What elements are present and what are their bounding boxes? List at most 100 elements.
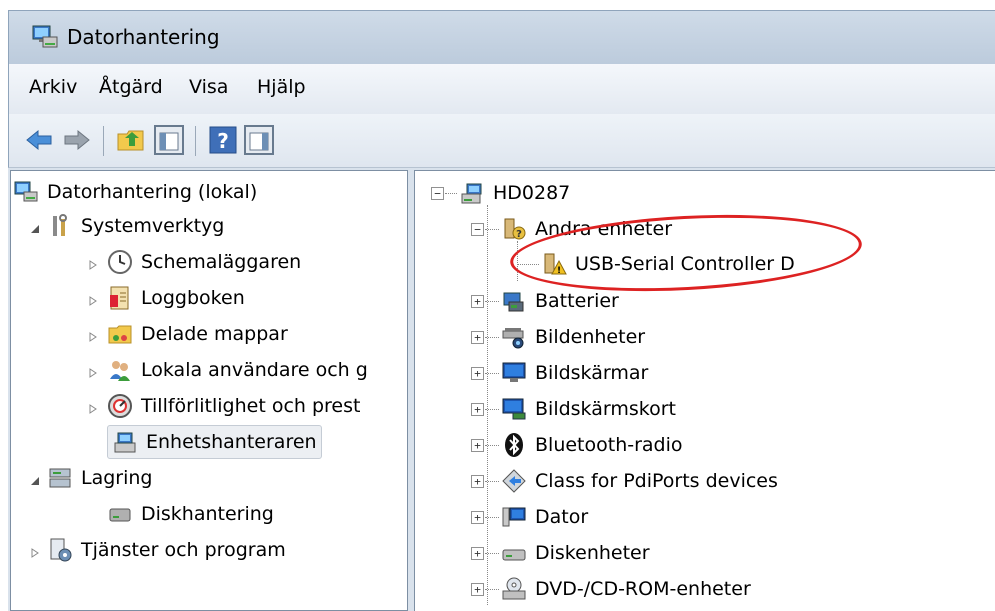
tree-item-services-and-applications[interactable]: Tjänster och program	[47, 533, 286, 567]
storage-icon	[49, 468, 71, 488]
tree-guide-line	[485, 553, 499, 554]
tree-label: Datorhantering (lokal)	[47, 181, 258, 203]
tree-item-event-viewer[interactable]: Loggboken	[107, 281, 245, 315]
collapsed-arrow-icon[interactable]	[87, 367, 99, 379]
menu-item-visa[interactable]: Visa	[189, 76, 228, 98]
tree-item-imaging-devices[interactable]: Bildenheter	[501, 320, 645, 354]
toolbar: ?	[8, 114, 995, 168]
collapsed-arrow-icon[interactable]	[29, 547, 41, 559]
tree-guide-line	[445, 193, 457, 194]
expanded-arrow-icon[interactable]	[29, 223, 41, 235]
tree-item-disk-management[interactable]: Diskhantering	[107, 497, 274, 531]
tree-guide-line	[485, 301, 499, 302]
show-hide-action-pane-icon[interactable]	[243, 124, 275, 156]
tree-label: Bildenheter	[535, 326, 646, 348]
collapsed-arrow-icon[interactable]	[87, 259, 99, 271]
svg-text:?: ?	[516, 229, 522, 240]
scanner-camera-icon	[502, 328, 524, 349]
bluetooth-icon	[505, 433, 523, 457]
up-folder-icon[interactable]	[115, 124, 147, 156]
tree-label: Diskhantering	[141, 503, 274, 525]
expand-expander[interactable]: +	[471, 583, 484, 596]
tree-label: Loggboken	[141, 287, 245, 309]
unknown-device-icon: ?	[504, 218, 526, 240]
tree-guide-line	[485, 589, 499, 590]
tree-label: Bluetooth-radio	[535, 434, 683, 456]
collapsed-arrow-icon[interactable]	[87, 403, 99, 415]
window-title: Datorhantering	[67, 25, 220, 49]
expand-expander[interactable]: +	[471, 403, 484, 416]
display-adapter-icon	[502, 398, 526, 420]
tree-guide-line	[485, 229, 499, 230]
expand-expander[interactable]: +	[471, 475, 484, 488]
tree-item-device-manager[interactable]: Enhetshanteraren	[107, 425, 322, 459]
tools-icon	[53, 214, 67, 236]
menu-bar: Arkiv Åtgärd Visa Hjälp	[8, 64, 995, 114]
tree-item-shared-folders[interactable]: Delade mappar	[107, 317, 288, 351]
collapse-expander[interactable]: −	[431, 187, 444, 200]
tree-item-monitors[interactable]: Bildskärmar	[501, 356, 648, 390]
computer-management-icon	[14, 181, 38, 202]
tree-label: Bildskärmskort	[535, 398, 676, 420]
show-hide-console-tree-icon[interactable]	[153, 124, 185, 156]
tree-label: Diskenheter	[535, 542, 650, 564]
collapsed-arrow-icon[interactable]	[87, 331, 99, 343]
port-connector-icon	[502, 469, 526, 493]
title-bar[interactable]: Datorhantering	[8, 10, 995, 64]
tree-label: Tillförlitlighet och prest	[141, 395, 361, 417]
tree-item-display-adapters[interactable]: Bildskärmskort	[501, 392, 676, 426]
computer-management-icon	[32, 25, 58, 48]
expanded-arrow-icon[interactable]	[29, 475, 41, 487]
expand-expander[interactable]: +	[471, 547, 484, 560]
tree-label: HD0287	[493, 182, 571, 204]
tree-item-storage[interactable]: Lagring	[47, 461, 152, 495]
computer-management-window: Datorhantering Arkiv Åtgärd Visa Hjälp ?	[0, 0, 995, 611]
tree-guide-line	[485, 481, 499, 482]
menu-item-atgard[interactable]: Åtgärd	[99, 76, 163, 98]
tree-item-disk-drives[interactable]: Diskenheter	[501, 536, 650, 570]
expand-expander[interactable]: +	[471, 331, 484, 344]
back-arrow-icon[interactable]	[23, 124, 55, 156]
forward-arrow-icon[interactable]	[61, 124, 93, 156]
device-manager-icon	[114, 432, 136, 453]
expand-expander[interactable]: +	[471, 295, 484, 308]
expand-expander[interactable]: +	[471, 439, 484, 452]
help-icon[interactable]: ?	[207, 124, 239, 156]
clock-icon	[108, 250, 132, 274]
tree-item-local-users[interactable]: Lokala användare och g	[107, 353, 368, 387]
tree-item-reliability[interactable]: Tillförlitlighet och prest	[107, 389, 360, 423]
tree-guide-line	[485, 409, 499, 410]
menu-item-hjalp[interactable]: Hjälp	[257, 76, 306, 98]
tree-item-computer-hd0287[interactable]: HD0287	[459, 176, 570, 210]
performance-gauge-icon	[108, 394, 132, 418]
optical-drive-icon	[502, 577, 526, 600]
tree-label: Lagring	[81, 467, 153, 489]
tree-item-computer[interactable]: Dator	[501, 500, 588, 534]
tree-label: Class for PdiPorts devices	[535, 470, 778, 492]
disk-icon	[109, 508, 131, 522]
tree-label: Tjänster och program	[81, 539, 286, 561]
tree-guide-line	[485, 337, 499, 338]
tree-item-dvd-cd-rom[interactable]: DVD-/CD-ROM-enheter	[501, 572, 751, 606]
tree-item-bluetooth-radio[interactable]: Bluetooth-radio	[501, 428, 683, 462]
console-tree-pane[interactable]: Datorhantering (lokal) Systemverktyg Sch…	[10, 170, 408, 611]
toolbar-separator	[103, 126, 104, 156]
tree-item-pdiports[interactable]: Class for PdiPorts devices	[501, 464, 778, 498]
computer-icon	[461, 183, 482, 204]
tree-guide-line	[487, 205, 488, 605]
tree-label: Lokala användare och g	[141, 359, 368, 381]
collapsed-arrow-icon[interactable]	[87, 295, 99, 307]
tree-item-scheduler[interactable]: Schemaläggaren	[107, 245, 301, 279]
tree-label: Schemaläggaren	[141, 251, 302, 273]
tree-guide-line	[485, 445, 499, 446]
collapse-expander[interactable]: −	[471, 223, 484, 236]
tree-label: Bildskärmar	[535, 362, 649, 384]
tree-item-system-tools[interactable]: Systemverktyg	[47, 209, 224, 243]
menu-item-arkiv[interactable]: Arkiv	[29, 76, 77, 98]
services-icon	[50, 538, 72, 562]
tree-item-computer-management-local[interactable]: Datorhantering (lokal)	[13, 175, 257, 209]
expand-expander[interactable]: +	[471, 367, 484, 380]
expand-expander[interactable]: +	[471, 511, 484, 524]
tree-label: Systemverktyg	[81, 215, 225, 237]
tree-label: Dator	[535, 506, 589, 528]
